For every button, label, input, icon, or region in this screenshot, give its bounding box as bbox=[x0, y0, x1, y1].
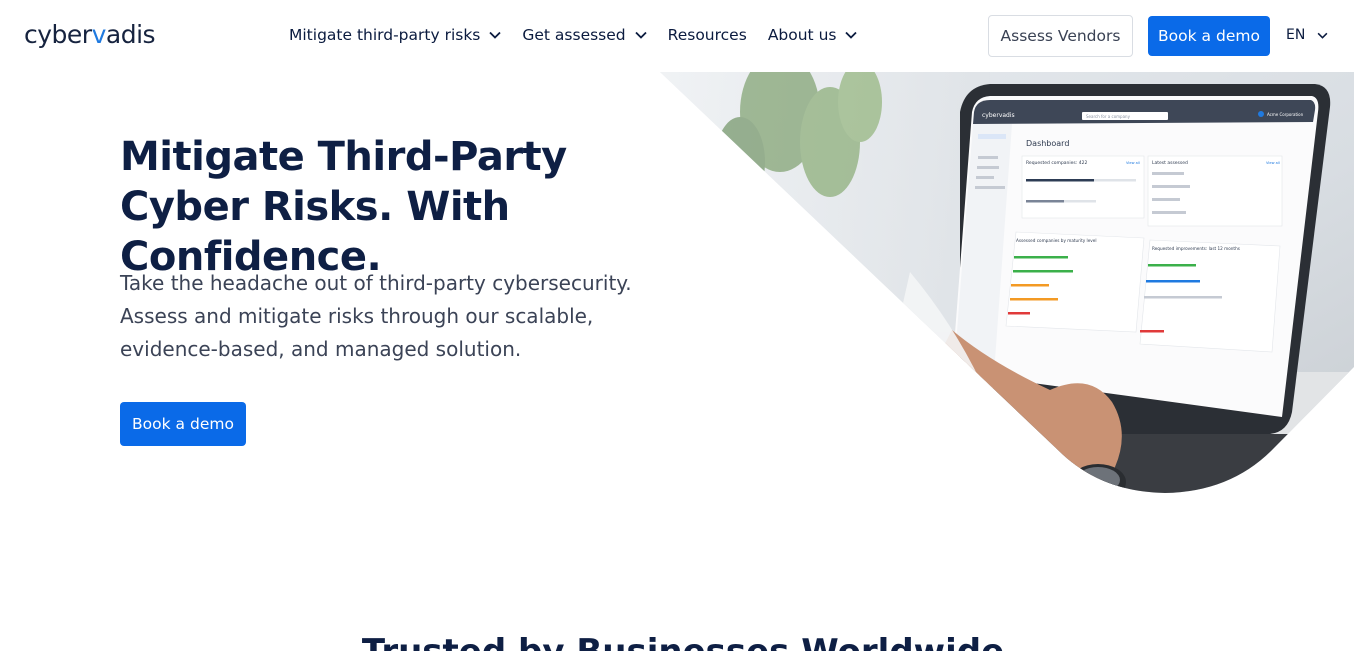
logo-text-right: adis bbox=[105, 20, 156, 49]
hero-title: Mitigate Third-Party Cyber Risks. With C… bbox=[120, 134, 567, 280]
requested-companies-label: Requested companies: 422 bbox=[1026, 160, 1087, 166]
nav-item-label: Mitigate third-party risks bbox=[289, 26, 481, 44]
nav-item-resources[interactable]: Resources bbox=[668, 26, 747, 44]
nav-item-get-assessed[interactable]: Get assessed bbox=[522, 26, 647, 44]
dashboard-account: Acme Corporation bbox=[1267, 112, 1304, 117]
book-demo-button-header[interactable]: Book a demo bbox=[1148, 16, 1270, 56]
improvements-title: Requested improvements: last 12 months bbox=[1152, 246, 1240, 251]
view-all-link[interactable]: View all bbox=[1266, 161, 1280, 165]
chevron-down-icon bbox=[845, 31, 858, 39]
language-selector[interactable]: EN bbox=[1286, 27, 1328, 43]
maturity-title: Assessed companies by maturity level bbox=[1016, 238, 1097, 243]
hero-laptop-image: cybervadis Search for a company Acme Cor… bbox=[660, 72, 1354, 493]
dashboard-search-placeholder: Search for a company bbox=[1086, 114, 1131, 119]
assess-vendors-button[interactable]: Assess Vendors bbox=[988, 15, 1133, 57]
nav-item-about-us[interactable]: About us bbox=[768, 26, 858, 44]
chevron-down-icon bbox=[635, 31, 647, 39]
dashboard-app-name: cybervadis bbox=[982, 112, 1015, 119]
chevron-down-icon bbox=[489, 31, 502, 39]
logo-text-left: cyber bbox=[24, 20, 92, 49]
nav-item-mitigate-risks[interactable]: Mitigate third-party risks bbox=[289, 26, 502, 44]
main-nav: Mitigate third-party risks Get assessed … bbox=[289, 26, 878, 44]
language-label: EN bbox=[1286, 27, 1306, 43]
latest-assessed-label: Latest assessed bbox=[1152, 160, 1188, 166]
dashboard-title: Dashboard bbox=[1026, 139, 1069, 148]
nav-item-label: Get assessed bbox=[522, 26, 626, 44]
view-all-link[interactable]: View all bbox=[1126, 161, 1140, 165]
book-demo-button-hero[interactable]: Book a demo bbox=[120, 402, 246, 446]
logo-text-accent: v bbox=[91, 20, 107, 49]
site-header: cybervadis Mitigate third-party risks Ge… bbox=[0, 0, 1366, 72]
chevron-down-icon bbox=[1317, 32, 1328, 39]
hero-subtitle: Take the headache out of third-party cyb… bbox=[120, 271, 632, 361]
cybervadis-logo[interactable]: cybervadis bbox=[24, 20, 156, 49]
nav-item-label: Resources bbox=[667, 26, 747, 44]
nav-item-label: About us bbox=[767, 26, 837, 44]
trusted-section-title: Trusted by Businesses Worldwide bbox=[0, 632, 1366, 651]
